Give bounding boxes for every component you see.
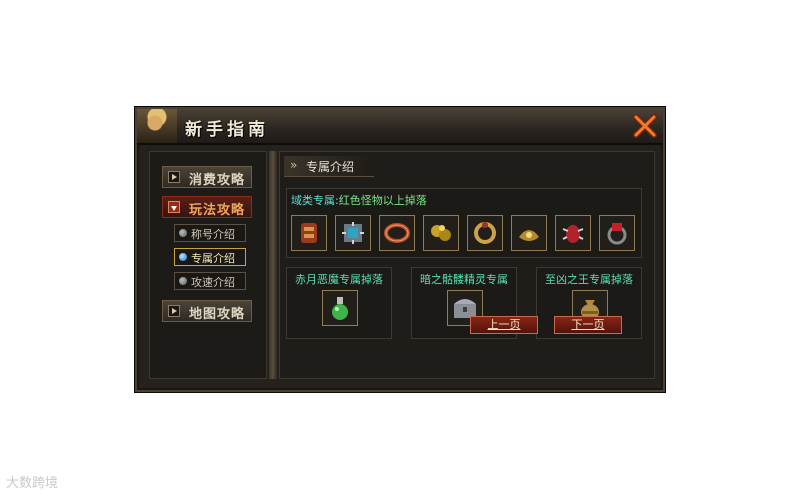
item-slot[interactable] — [511, 215, 547, 251]
item-slot[interactable] — [599, 215, 635, 251]
item-row — [291, 215, 639, 253]
content-panel: » 专属介绍 域类专属:红色怪物以上掉落 赤月恶魔专属掉落 暗之骷髅精灵专属 至… — [279, 151, 655, 379]
red-jewel-ring-icon — [607, 223, 627, 245]
expand-arrow-icon — [168, 171, 180, 183]
chevron-right-icon: » — [290, 158, 298, 172]
radio-icon — [179, 277, 187, 285]
exclusive-items-box: 域类专属:红色怪物以上掉落 — [286, 188, 642, 258]
green-potion-icon — [332, 297, 348, 320]
gold-amulet-icon — [519, 230, 539, 241]
gold-gem-icon — [431, 225, 451, 241]
expand-arrow-icon — [168, 305, 180, 317]
item-slot[interactable] — [291, 215, 327, 251]
prev-page-button[interactable]: 上一页 — [470, 316, 538, 334]
close-x-icon — [633, 114, 657, 138]
character-portrait — [137, 109, 177, 143]
submenu-exclusive-intro[interactable]: 专属介绍 — [174, 248, 246, 266]
red-bracelet-icon — [384, 223, 410, 243]
items-box-title: 域类专属:红色怪物以上掉落 — [291, 194, 427, 207]
collapse-arrow-icon — [168, 201, 180, 213]
radio-icon — [179, 229, 187, 237]
menu-map-guide[interactable]: 地图攻略 — [162, 300, 252, 322]
title-bar: 新手指南 — [137, 109, 663, 145]
divider — [269, 151, 277, 379]
gold-ring-icon — [474, 222, 496, 244]
item-slot[interactable] — [379, 215, 415, 251]
red-ornament-icon — [301, 223, 317, 243]
section-header: » 专属介绍 — [284, 156, 374, 177]
window-title: 新手指南 — [185, 120, 269, 140]
blue-charm-icon — [342, 222, 364, 244]
watermark: 大数跨境 — [6, 476, 59, 491]
item-slot[interactable] — [335, 215, 371, 251]
item-slot[interactable] — [555, 215, 591, 251]
submenu-attack-speed-intro[interactable]: 攻速介绍 — [174, 272, 246, 290]
next-page-button[interactable]: 下一页 — [554, 316, 622, 334]
red-beetle-icon — [562, 225, 584, 243]
menu-consumption-guide[interactable]: 消费攻略 — [162, 166, 252, 188]
guide-window: 新手指南 消费攻略 玩法攻略 称号介绍 专属介绍 攻速介绍 地图攻略 » 专属介… — [134, 106, 666, 393]
submenu-title-intro[interactable]: 称号介绍 — [174, 224, 246, 242]
drop-panel-red-moon-demon: 赤月恶魔专属掉落 — [286, 267, 392, 339]
menu-gameplay-guide[interactable]: 玩法攻略 — [162, 196, 252, 218]
item-slot[interactable] — [423, 215, 459, 251]
close-button[interactable] — [633, 114, 657, 138]
item-slot[interactable] — [467, 215, 503, 251]
item-slot[interactable] — [322, 290, 358, 326]
sidebar: 消费攻略 玩法攻略 称号介绍 专属介绍 攻速介绍 地图攻略 — [149, 151, 267, 379]
radio-selected-icon — [179, 253, 187, 261]
